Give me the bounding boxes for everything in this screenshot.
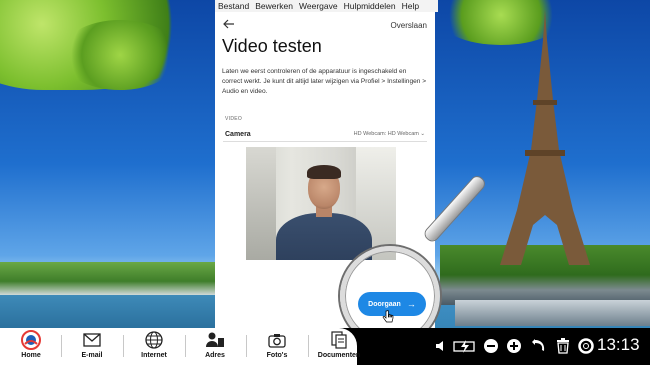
taskbar-separator <box>246 335 247 357</box>
page-title: Video testen <box>222 36 322 56</box>
webcam-preview <box>246 147 396 260</box>
taskbar-email-label: E-mail <box>81 352 103 359</box>
contacts-icon <box>205 330 225 350</box>
page-description: Laten we eerst controleren of de apparat… <box>222 68 427 95</box>
wallpaper-river <box>0 295 215 330</box>
menu-weergave[interactable]: Weergave <box>299 0 338 12</box>
menubar: Bestand Bewerken Weergave Hulpmiddelen H… <box>215 0 438 12</box>
help-icon[interactable] <box>576 334 596 358</box>
preview-person-hair <box>307 165 341 179</box>
menu-bestand[interactable]: Bestand <box>218 0 249 12</box>
menu-help[interactable]: Help <box>402 0 419 12</box>
back-button[interactable] <box>223 18 235 32</box>
globe-icon <box>144 330 164 350</box>
menu-hulpmiddelen[interactable]: Hulpmiddelen <box>344 0 396 12</box>
divider <box>223 141 427 142</box>
taskbar-documenten[interactable]: Documenten <box>310 330 368 363</box>
preview-person-body <box>276 213 372 260</box>
home-logo-icon <box>21 330 41 350</box>
taskbar-separator <box>308 335 309 357</box>
hand-pointer-icon <box>382 310 394 323</box>
taskbar-email[interactable]: E-mail <box>63 330 121 363</box>
preview-background-shelf <box>246 147 276 260</box>
camera-select[interactable]: HD Webcam: HD Webcam ⌄ <box>354 131 425 137</box>
taskbar-internet-label: Internet <box>141 352 167 359</box>
taskbar-adres-label: Adres <box>205 352 225 359</box>
section-label-video: VIDEO <box>225 116 243 122</box>
zoom-out-icon[interactable] <box>481 334 501 358</box>
zoom-in-icon[interactable] <box>504 334 524 358</box>
power-icon[interactable] <box>452 334 478 358</box>
taskbar-home[interactable]: Home <box>2 330 60 363</box>
trash-icon[interactable] <box>553 334 573 358</box>
eiffel-tower-image <box>500 10 590 265</box>
taskbar-internet[interactable]: Internet <box>125 330 183 363</box>
menu-bewerken[interactable]: Bewerken <box>255 0 293 12</box>
taskbar-separator <box>61 335 62 357</box>
clock: 13:13 <box>597 335 640 354</box>
taskbar-documenten-label: Documenten <box>317 352 361 359</box>
skip-button[interactable]: Overslaan <box>391 21 427 30</box>
documents-icon <box>329 330 349 350</box>
taskbar-fotos[interactable]: Foto's <box>248 330 306 363</box>
taskbar-separator <box>123 335 124 357</box>
camera-label: Camera <box>225 131 251 138</box>
arrow-left-icon <box>223 19 234 29</box>
camera-icon <box>267 330 287 350</box>
taskbar-adres[interactable]: Adres <box>186 330 244 363</box>
taskbar-fotos-label: Foto's <box>266 352 288 359</box>
envelope-icon <box>82 330 102 350</box>
wallpaper-leaves <box>60 20 180 90</box>
volume-icon[interactable] <box>432 334 450 358</box>
back-icon[interactable] <box>529 334 549 358</box>
taskbar-home-label: Home <box>21 352 41 359</box>
wallpaper-boats <box>455 300 650 326</box>
